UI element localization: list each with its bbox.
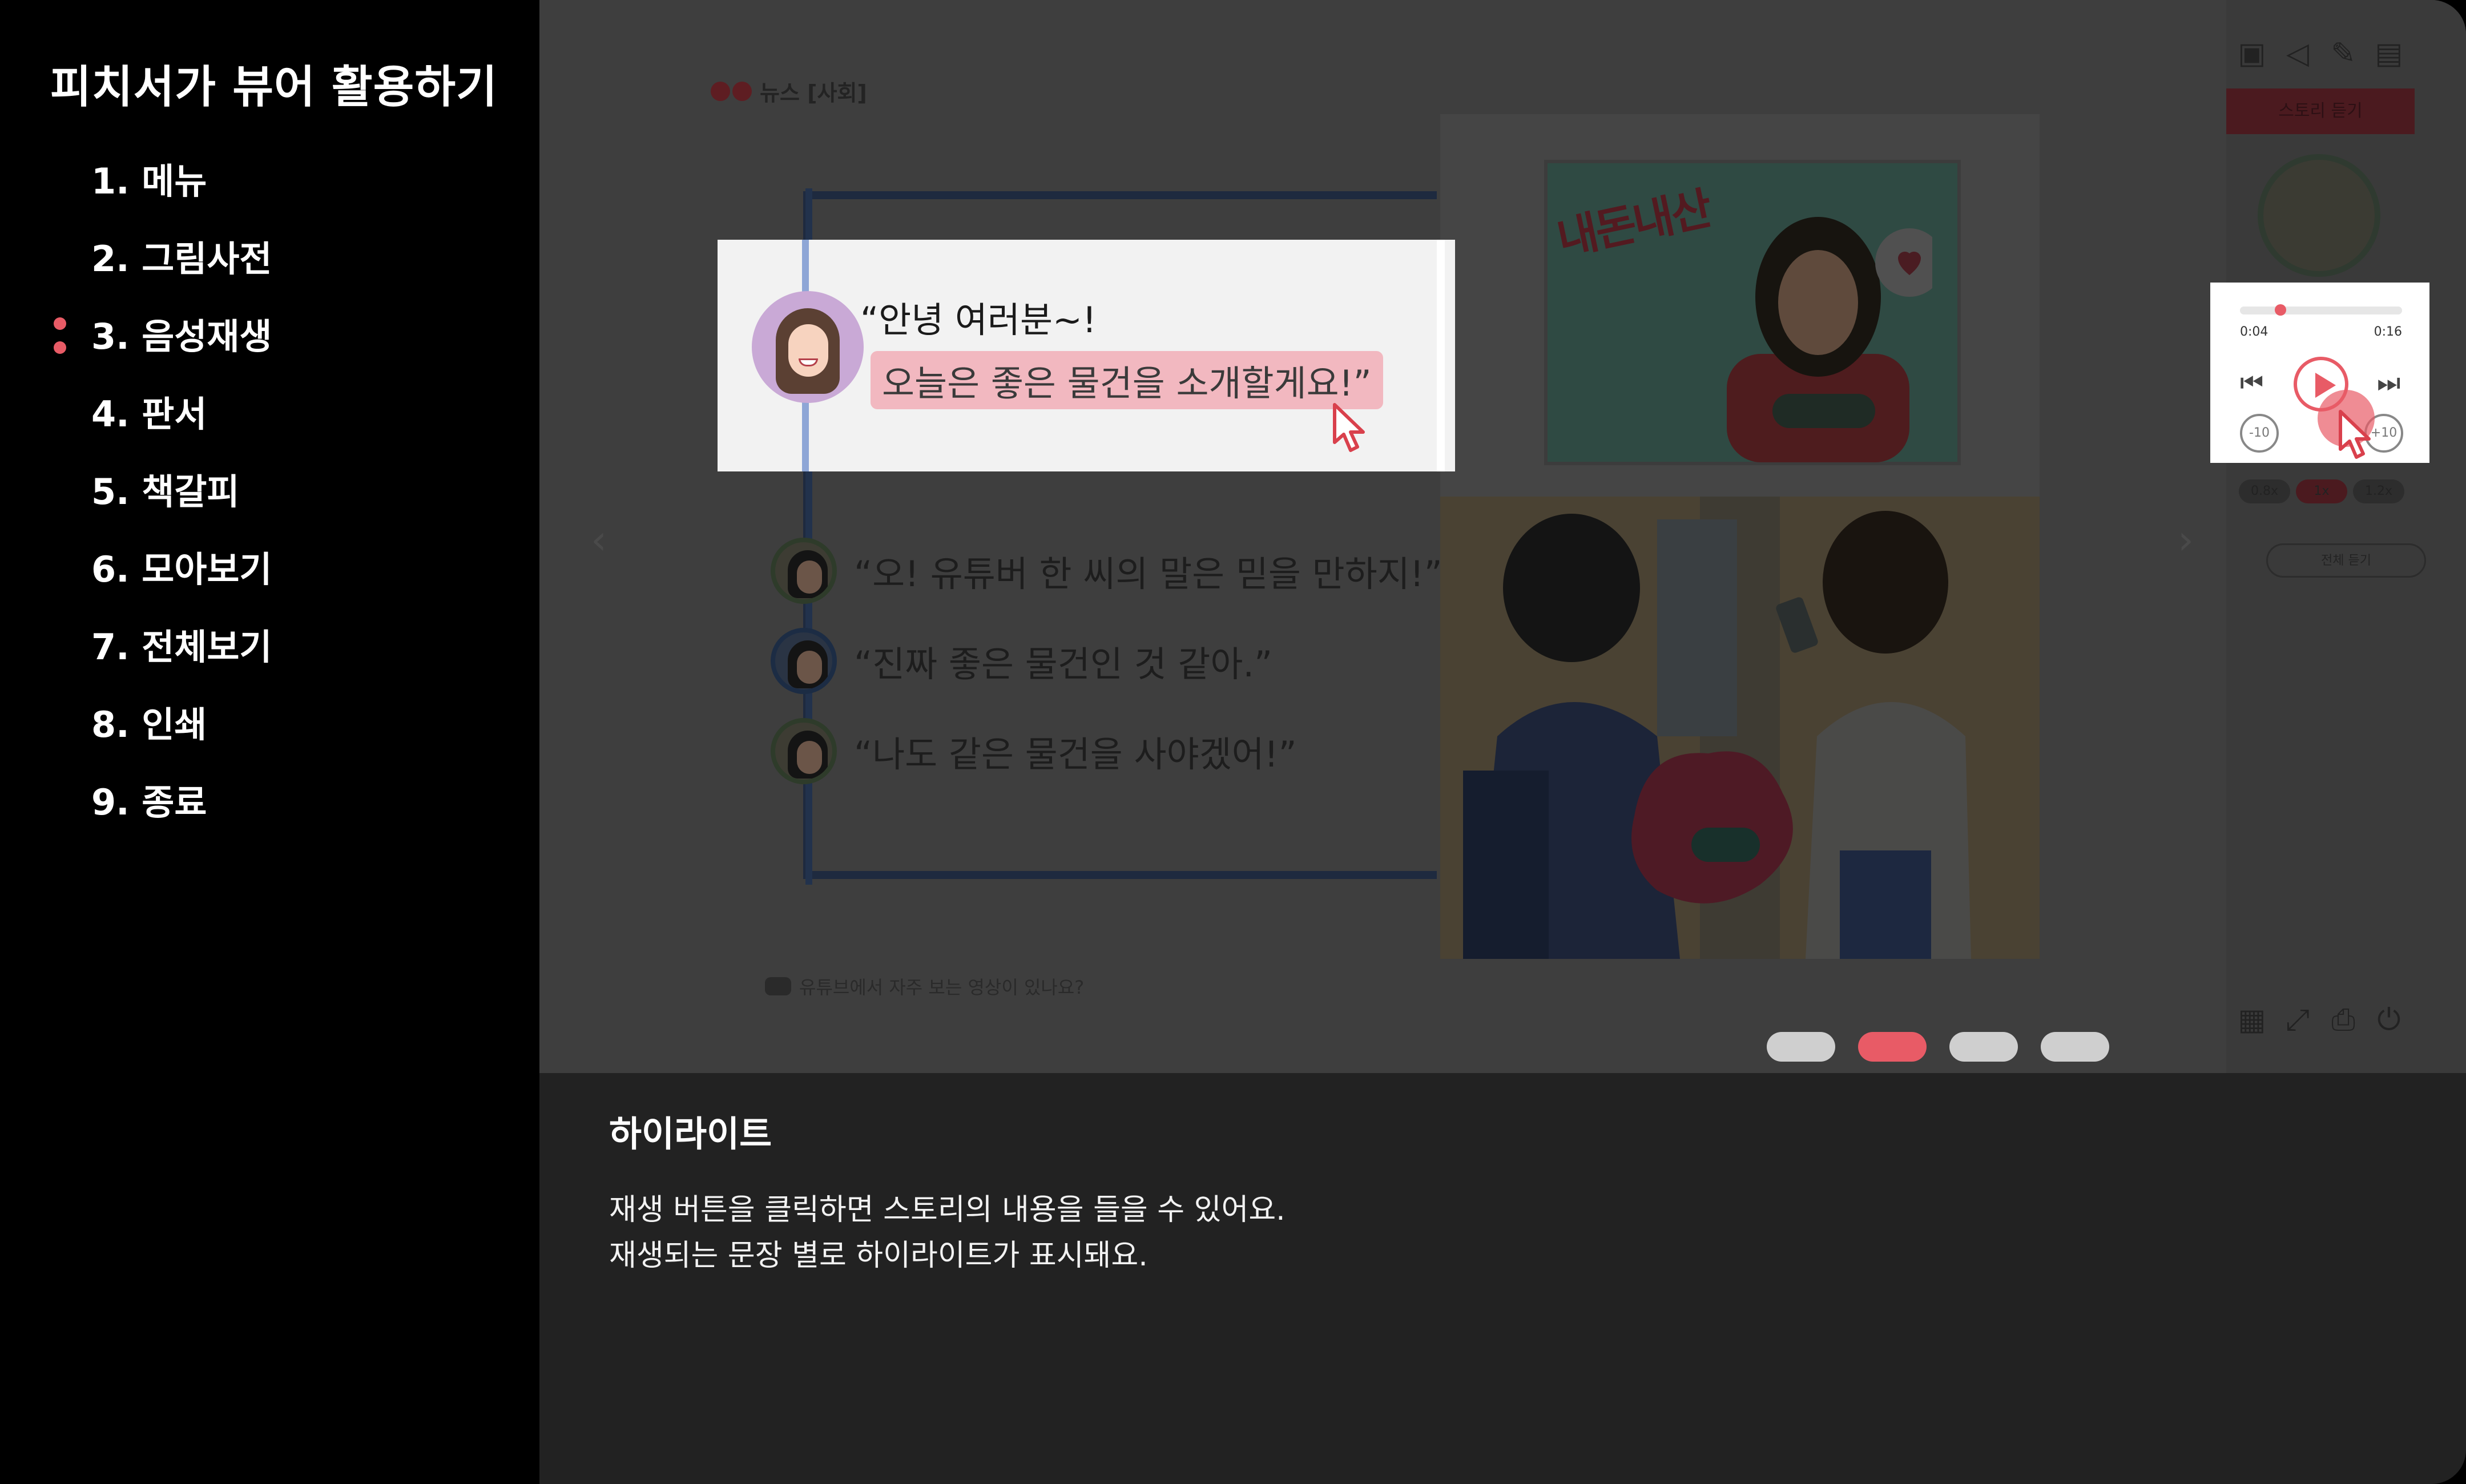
progress-track[interactable] [2240, 307, 2402, 314]
current-time: 0:04 [2240, 325, 2268, 339]
category-text: 뉴스 [사회] [760, 80, 867, 106]
pen-icon[interactable]: ✎ [2325, 35, 2362, 72]
highlighted-sentence[interactable]: 오늘은 좋은 물건을 소개할게요!” [871, 351, 1383, 409]
active-indicator [54, 317, 66, 355]
menu-item-exit[interactable]: 9. 종료 [91, 781, 272, 858]
menu-item-collection[interactable]: 6. 모아보기 [91, 548, 272, 626]
page-indicator [1767, 1032, 2109, 1062]
dialogue-text: “나도 같은 물건을 사야겠어!” [854, 733, 1297, 775]
tutorial-sidebar: 피치서가 뷰어 활용하기 1. 메뉴 2. 그림사전 3. 음성재생 4. 판서… [0, 0, 539, 1484]
tutorial-menu: 1. 메뉴 2. 그림사전 3. 음성재생 4. 판서 5. 책갈피 6. 모아… [54, 160, 272, 858]
menu-item-audio[interactable]: 3. 음성재생 [54, 315, 272, 393]
caption-description: 재생 버튼을 클릭하면 스토리의 내용을 들을 수 있어요. 재생되는 문장 별… [609, 1187, 1286, 1279]
menu-item-print[interactable]: 8. 인쇄 [91, 703, 272, 781]
highlighted-dialogue: “안녕 여러분~! 오늘은 좋은 물건을 소개할게요!” [718, 240, 1455, 471]
book-viewer: 뉴스 [사회] 내돈내산 “오! 유튜버 한 씨의 말은 믿을 만하지!” “진… [539, 0, 2466, 1073]
caption-line: 재생되는 문장 별로 하이라이트가 표시돼요. [609, 1239, 1148, 1273]
menu-item-label: 9. 종료 [91, 781, 207, 823]
question-icon [765, 977, 791, 995]
power-icon[interactable]: ⏻ [2371, 1002, 2407, 1038]
page-dot[interactable] [1949, 1032, 2018, 1062]
caption-title: 하이라이트 [609, 1113, 772, 1155]
category-label: 뉴스 [사회] [711, 75, 867, 107]
menu-item-label: 6. 모아보기 [91, 549, 272, 590]
menu-item-label: 2. 그림사전 [91, 238, 272, 280]
speaker-avatar [771, 628, 837, 694]
menu-item-label: 4. 판서 [91, 393, 207, 435]
menu-item-bookmark[interactable]: 5. 책갈피 [91, 470, 272, 548]
audio-player: 0:04 0:16 ⏮ ⏭ -10 +10 [2210, 283, 2429, 463]
sidebar-title: 피치서가 뷰어 활용하기 [50, 62, 498, 113]
caption-line: 재생 버튼을 클릭하면 스토리의 내용을 들을 수 있어요. [609, 1193, 1286, 1227]
menu-item-menu[interactable]: 1. 메뉴 [91, 160, 272, 237]
speed-option-selected[interactable]: 1x [2296, 479, 2347, 503]
speaker-avatar [771, 718, 837, 784]
youtuber-avatar [752, 291, 864, 403]
dialogue-text: “진짜 좋은 물건인 것 같아.” [854, 643, 1273, 685]
listen-all-button[interactable]: 전체 듣기 [2266, 543, 2426, 578]
bookmark-icon[interactable]: ▤ [2371, 35, 2407, 72]
dictionary-icon[interactable]: ▣ [2234, 35, 2270, 72]
print-icon[interactable]: ⎙ [2325, 1002, 2362, 1038]
menu-item-label: 5. 책갈피 [91, 471, 240, 513]
grid-icon[interactable]: ▦ [2234, 1002, 2270, 1038]
progress-thumb[interactable] [2275, 304, 2286, 316]
speed-option[interactable]: 1.2x [2353, 479, 2404, 503]
total-time: 0:16 [2374, 325, 2402, 339]
dialogue-row[interactable]: “나도 같은 물건을 사야겠어!” [771, 718, 1297, 784]
page-dot[interactable] [1767, 1032, 1835, 1062]
story-thumbnail [2258, 154, 2380, 277]
youtuber-illustration [1727, 217, 1932, 462]
friends-illustration [1463, 497, 1971, 959]
dialogue-row[interactable]: “진짜 좋은 물건인 것 같아.” [771, 628, 1272, 694]
menu-item-board[interactable]: 4. 판서 [91, 393, 272, 470]
question-text: 유튜브에서 자주 보는 영상이 있나요? [799, 977, 1085, 998]
speaker-icon[interactable]: ◁ [2279, 35, 2316, 72]
previous-icon[interactable]: ⏮ [2240, 369, 2263, 396]
prev-page-arrow-icon[interactable]: ‹ [591, 517, 607, 563]
menu-item-overview[interactable]: 7. 전체보기 [91, 626, 272, 703]
fullscreen-icon[interactable]: ⤢ [2279, 1002, 2316, 1038]
tutorial-caption: 하이라이트 재생 버튼을 클릭하면 스토리의 내용을 들을 수 있어요. 재생되… [539, 1073, 2466, 1484]
story-listen-button[interactable]: 스토리 듣기 [2226, 88, 2415, 134]
dialogue-text: “안녕 여러분~! [860, 299, 1097, 341]
dialogue-text: “오! 유튜버 한 씨의 말은 믿을 만하지!” [854, 553, 1442, 595]
dialogue-row[interactable]: “오! 유튜버 한 씨의 말은 믿을 만하지!” [771, 538, 1442, 604]
frame-edge [1437, 240, 1445, 471]
speed-option[interactable]: 0.8x [2239, 479, 2290, 503]
rewind-10-button[interactable]: -10 [2240, 414, 2279, 453]
page-dot[interactable] [2041, 1032, 2109, 1062]
page-dot-active[interactable] [1858, 1032, 1927, 1062]
menu-item-label: 7. 전체보기 [91, 626, 272, 668]
menu-item-label: 3. 음성재생 [91, 316, 272, 357]
next-page-arrow-icon[interactable]: › [2178, 517, 2194, 563]
menu-item-dictionary[interactable]: 2. 그림사전 [91, 237, 272, 315]
next-icon[interactable]: ⏭ [2377, 369, 2400, 396]
menu-item-label: 8. 인쇄 [91, 704, 207, 745]
cursor-icon [1333, 403, 1365, 452]
menu-item-label: 1. 메뉴 [91, 160, 207, 202]
speaker-avatar [771, 538, 837, 604]
cursor-icon [2339, 410, 2371, 459]
discussion-question: 유튜브에서 자주 보는 영상이 있나요? [765, 973, 1084, 999]
category-dots-icon [711, 81, 752, 101]
